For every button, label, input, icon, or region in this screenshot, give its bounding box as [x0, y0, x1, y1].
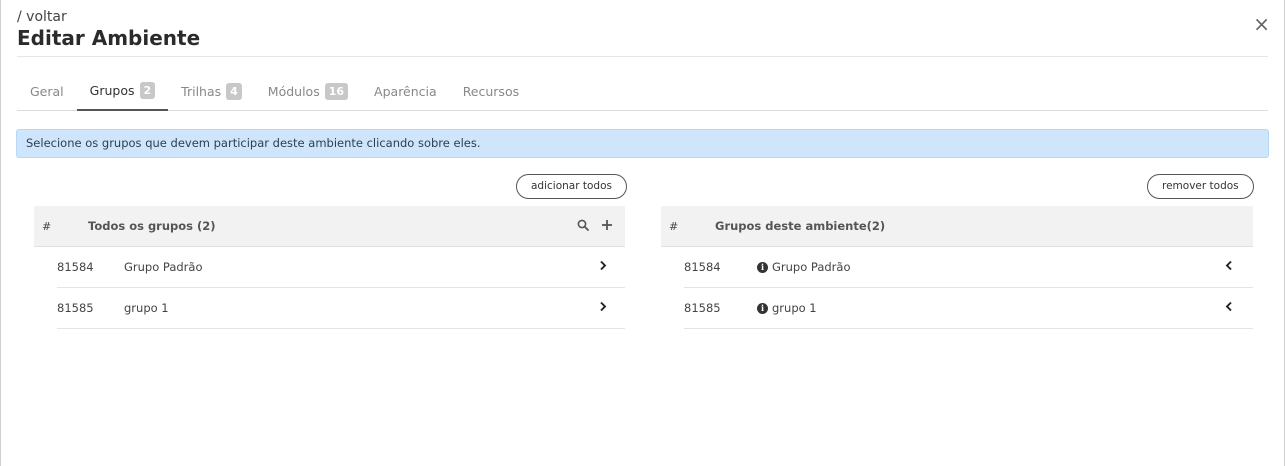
group-name-wrap: i Grupo Padrão — [757, 260, 851, 274]
group-name: grupo 1 — [124, 301, 169, 315]
tab-label: Aparência — [374, 83, 437, 99]
count-badge: 4 — [226, 82, 242, 100]
back-link[interactable]: / voltar — [17, 8, 1268, 26]
chevron-right-icon[interactable] — [599, 301, 607, 315]
tab-recursos[interactable]: Recursos — [450, 72, 532, 110]
group-id: 81584 — [57, 260, 94, 274]
plus-icon[interactable] — [601, 219, 613, 234]
tab-label: Módulos — [267, 83, 320, 99]
environment-groups-panel: # Grupos deste ambiente(2) 81584 i Grupo… — [661, 206, 1253, 329]
count-badge: 16 — [324, 82, 349, 100]
tab-grupos[interactable]: Grupos 2 — [76, 72, 169, 111]
all-groups-header: # Todos os grupos (2) — [34, 206, 625, 247]
tab-bar: Geral Grupos 2 Trilhas 4 Módulos 16 Apar… — [17, 72, 1268, 111]
group-name: grupo 1 — [772, 301, 817, 315]
info-icon[interactable]: i — [757, 261, 768, 273]
chevron-left-icon[interactable] — [1225, 260, 1233, 274]
group-row[interactable]: 81585 i grupo 1 — [684, 288, 1253, 329]
tab-label: Geral — [30, 83, 64, 99]
chevron-right-icon[interactable] — [599, 260, 607, 274]
tab-aparencia[interactable]: Aparência — [361, 72, 450, 110]
all-groups-panel: # Todos os grupos (2) 81584 Grupo Padrão… — [34, 206, 625, 329]
remove-all-button[interactable]: remover todos — [1147, 174, 1254, 199]
group-id: 81585 — [684, 301, 721, 315]
environment-groups-title: Grupos deste ambiente(2) — [715, 219, 886, 233]
edit-environment-modal: / voltar Editar Ambiente × Geral Grupos … — [0, 0, 1285, 466]
group-id: 81584 — [684, 260, 721, 274]
tab-label: Grupos — [89, 83, 135, 98]
header-actions — [577, 219, 613, 234]
environment-groups-header: # Grupos deste ambiente(2) — [661, 206, 1253, 247]
group-row[interactable]: 81585 grupo 1 — [57, 288, 625, 329]
group-name: Grupo Padrão — [772, 260, 851, 274]
tab-label: Trilhas — [181, 83, 222, 99]
all-groups-title: Todos os grupos (2) — [88, 219, 216, 233]
info-alert: Selecione os grupos que devem participar… — [16, 129, 1269, 158]
modal-header: / voltar Editar Ambiente × — [17, 8, 1270, 57]
group-id: 81585 — [57, 301, 94, 315]
column-hash: # — [669, 219, 679, 233]
page-title: Editar Ambiente — [17, 26, 201, 50]
column-hash: # — [42, 219, 52, 233]
group-row[interactable]: 81584 i Grupo Padrão — [684, 247, 1253, 288]
tab-modulos[interactable]: Módulos 16 — [255, 72, 361, 110]
tab-trilhas[interactable]: Trilhas 4 — [168, 72, 255, 110]
count-badge: 2 — [139, 82, 156, 99]
tab-label: Recursos — [462, 83, 520, 99]
chevron-left-icon[interactable] — [1225, 301, 1233, 315]
add-all-button[interactable]: adicionar todos — [516, 174, 627, 199]
close-icon[interactable]: × — [1253, 14, 1270, 34]
search-icon[interactable] — [577, 219, 589, 234]
tab-geral[interactable]: Geral — [17, 72, 77, 110]
info-icon[interactable]: i — [757, 302, 768, 314]
group-name: Grupo Padrão — [124, 260, 203, 274]
group-name-wrap: i grupo 1 — [757, 301, 817, 315]
group-row[interactable]: 81584 Grupo Padrão — [57, 247, 625, 288]
